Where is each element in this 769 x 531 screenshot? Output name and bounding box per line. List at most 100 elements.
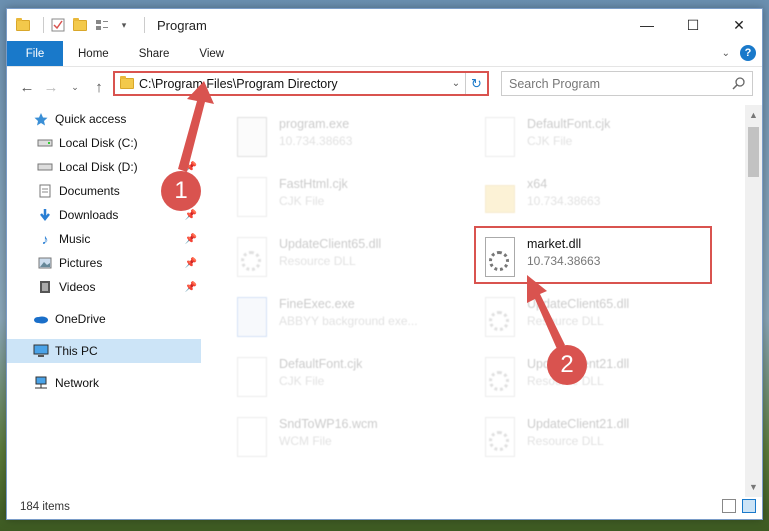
- pictures-icon: [37, 255, 53, 271]
- search-placeholder: Search Program: [509, 76, 601, 91]
- sidebar-item-label: Music: [59, 232, 91, 246]
- file-name: SndToWP16.wcm: [279, 417, 378, 431]
- divider: [43, 17, 44, 33]
- close-button[interactable]: ✕: [716, 9, 762, 41]
- file-name: UpdateClient65.dll: [279, 237, 382, 251]
- sidebar-item-label: Downloads: [59, 208, 119, 222]
- folder-icon: [120, 76, 134, 89]
- refresh-icon[interactable]: ↻: [465, 73, 487, 94]
- file-details: 10.734.38663: [279, 134, 353, 148]
- dll-icon: [483, 417, 517, 461]
- customize-toolbar-icon[interactable]: ▾: [116, 17, 132, 33]
- file-list: program.exe 10.734.38663 DefaultFont.cjk C…: [207, 105, 741, 497]
- file-details: Resource DLL: [527, 314, 604, 328]
- file-name: FineExec.exe: [279, 297, 355, 311]
- address-path[interactable]: C:\Program Files\Program Directory: [139, 77, 447, 91]
- explorer-window: ▾ Program — ☐ ✕ File Home Share View ⌄ ?…: [6, 8, 763, 520]
- cloud-icon: [33, 311, 49, 327]
- file-name: UpdateClient21.dll: [527, 417, 630, 431]
- vertical-scrollbar[interactable]: ▲ ▼: [745, 105, 762, 497]
- file-details: Resource DLL: [279, 254, 356, 268]
- tiles-view-icon[interactable]: [742, 499, 756, 513]
- file-icon: [235, 417, 269, 461]
- sidebar-item-pictures[interactable]: Pictures 📌: [7, 251, 201, 275]
- minimize-button[interactable]: —: [624, 9, 670, 41]
- search-input[interactable]: Search Program: [501, 71, 753, 96]
- sidebar-item-quick-access[interactable]: Quick access: [7, 107, 201, 131]
- dll-icon: [235, 237, 269, 281]
- recent-locations-icon[interactable]: ⌄: [63, 75, 87, 99]
- pin-icon[interactable]: 📌: [185, 282, 197, 293]
- file-item[interactable]: program.exe 10.734.38663: [217, 113, 457, 169]
- help-icon[interactable]: ?: [740, 45, 756, 61]
- file-details: 10.734.38663: [527, 194, 601, 208]
- tab-home[interactable]: Home: [63, 41, 124, 66]
- drive-icon: [37, 159, 53, 175]
- file-name: FastHtml.cjk: [279, 177, 348, 191]
- file-item[interactable]: DefaultFont.cjk CJK File: [217, 353, 457, 409]
- file-item[interactable]: SndToWP16.wcm WCM File: [217, 413, 457, 469]
- file-item[interactable]: FineExec.exe ABBYY background exe...: [217, 293, 457, 349]
- sidebar-item-onedrive[interactable]: OneDrive: [7, 307, 201, 331]
- back-button[interactable]: ←: [15, 75, 39, 99]
- folder-icon: [483, 177, 517, 221]
- expand-ribbon-icon[interactable]: ⌄: [722, 48, 730, 59]
- new-folder-icon[interactable]: [72, 17, 88, 33]
- file-details: Resource DLL: [527, 434, 604, 448]
- maximize-button[interactable]: ☐: [670, 9, 716, 41]
- view-options-icon[interactable]: [94, 17, 110, 33]
- file-name: UpdateClient65.dll: [527, 297, 630, 311]
- sidebar-item-network[interactable]: Network: [7, 371, 201, 395]
- up-button[interactable]: ↑: [87, 75, 111, 99]
- market-dll-highlight: [474, 226, 712, 284]
- file-item[interactable]: x64 10.734.38663: [465, 173, 705, 229]
- dll-icon: [483, 297, 517, 341]
- file-item[interactable]: UpdateClient65.dll Resource DLL: [465, 293, 705, 349]
- step-badge-1: 1: [161, 171, 201, 211]
- scroll-thumb[interactable]: [748, 127, 759, 177]
- sidebar-item-local-disk-c[interactable]: Local Disk (C:): [7, 131, 201, 155]
- pin-icon[interactable]: 📌: [185, 210, 197, 221]
- file-name: DefaultFont.cjk: [527, 117, 611, 131]
- address-bar[interactable]: C:\Program Files\Program Directory ⌄ ↻: [113, 71, 489, 96]
- file-details: ABBYY background exe...: [279, 314, 418, 328]
- star-icon: [33, 111, 49, 127]
- computer-icon: [33, 343, 49, 359]
- file-item[interactable]: UpdateClient21.dll Resource DLL: [465, 413, 705, 469]
- scroll-down-icon[interactable]: ▼: [745, 479, 762, 495]
- tab-file[interactable]: File: [7, 41, 63, 66]
- file-name: program.exe: [279, 117, 350, 131]
- tab-share[interactable]: Share: [124, 41, 185, 66]
- status-bar: 184 items: [7, 495, 762, 519]
- scroll-up-icon[interactable]: ▲: [745, 107, 762, 123]
- exe-icon: [235, 117, 269, 161]
- tab-view[interactable]: View: [184, 41, 239, 66]
- file-details: WCM File: [279, 434, 332, 448]
- network-icon: [33, 375, 49, 391]
- dll-icon: [483, 357, 517, 401]
- file-name: DefaultFont.cjk: [279, 357, 363, 371]
- file-name: x64: [527, 177, 548, 191]
- properties-icon[interactable]: [50, 17, 66, 33]
- file-item[interactable]: FastHtml.cjk CJK File: [217, 173, 457, 229]
- step-badge-2: 2: [547, 345, 587, 385]
- forward-button[interactable]: →: [39, 75, 63, 99]
- file-item[interactable]: DefaultFont.cjk CJK File: [465, 113, 705, 169]
- sidebar-item-this-pc[interactable]: This PC: [7, 339, 201, 363]
- pin-icon[interactable]: 📌: [185, 234, 197, 245]
- address-dropdown-icon[interactable]: ⌄: [447, 78, 465, 89]
- music-icon: ♪: [41, 231, 49, 247]
- pin-icon[interactable]: 📌: [185, 258, 197, 269]
- exe-icon: [235, 297, 269, 341]
- navigation-pane: Quick access Local Disk (C:) Local Disk …: [7, 105, 201, 497]
- sidebar-item-label: Local Disk (D:): [59, 160, 138, 174]
- sidebar-item-videos[interactable]: Videos 📌: [7, 275, 201, 299]
- sidebar-item-label: Videos: [59, 280, 96, 294]
- sidebar-item-music[interactable]: ♪ Music 📌: [7, 227, 201, 251]
- details-view-icon[interactable]: [722, 499, 736, 513]
- file-details: CJK File: [527, 134, 573, 148]
- documents-icon: [37, 183, 53, 199]
- file-icon: [235, 357, 269, 401]
- file-details: CJK File: [279, 374, 325, 388]
- file-item[interactable]: UpdateClient65.dll Resource DLL: [217, 233, 457, 289]
